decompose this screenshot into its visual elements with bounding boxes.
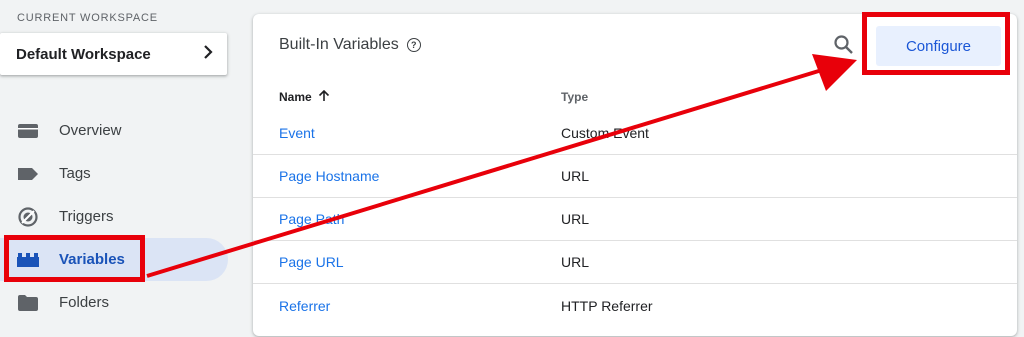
variable-type: URL [561, 254, 590, 270]
overview-icon [17, 122, 39, 140]
folder-icon [17, 294, 39, 312]
card-title-text: Built-In Variables [279, 36, 399, 53]
sidebar-item-label: Triggers [59, 208, 114, 225]
variable-name-link[interactable]: Referrer [279, 298, 561, 314]
sidebar-item-label: Overview [59, 122, 122, 139]
variable-name-link[interactable]: Page URL [279, 254, 561, 270]
variable-type: URL [561, 211, 590, 227]
variable-name-link[interactable]: Page Hostname [279, 168, 561, 184]
type-column-header: Type [561, 90, 589, 104]
workspace-heading: CURRENT WORKSPACE [17, 12, 158, 24]
table-header: Name Type [253, 82, 1017, 112]
arrow-up-icon [318, 89, 330, 105]
workspace-selector[interactable]: Default Workspace [0, 33, 227, 75]
sidebar-item-overview[interactable]: Overview [0, 109, 228, 152]
tag-icon [17, 165, 39, 183]
trigger-icon [17, 206, 39, 227]
variables-highlight-box [4, 235, 145, 282]
table-row[interactable]: Page URL URL [253, 241, 1017, 284]
sidebar-item-tags[interactable]: Tags [0, 152, 228, 195]
column-label: Name [279, 90, 312, 104]
chevron-right-icon [203, 44, 213, 65]
sidebar-item-label: Folders [59, 294, 110, 311]
variable-type: HTTP Referrer [561, 297, 653, 314]
table-row[interactable]: Referrer HTTP Referrer [253, 284, 1017, 327]
variable-name-link[interactable]: Event [279, 125, 561, 141]
variables-table: Name Type Event Custom Event Page Hostna… [253, 82, 1017, 327]
table-row[interactable]: Page Path URL [253, 198, 1017, 241]
name-column-header[interactable]: Name [279, 89, 561, 105]
sidebar-item-label: Tags [59, 165, 91, 182]
card-title: Built-In Variables ? [279, 36, 421, 54]
workspace-name: Default Workspace [16, 45, 151, 63]
variable-type: URL [561, 168, 590, 184]
search-icon[interactable] [833, 34, 855, 56]
variable-name-link[interactable]: Page Path [279, 211, 561, 227]
table-row[interactable]: Page Hostname URL [253, 155, 1017, 198]
variable-type: Custom Event [561, 125, 649, 141]
sidebar-nav: Overview Tags Triggers Variables Folders [0, 109, 228, 324]
help-icon[interactable]: ? [406, 38, 421, 52]
table-row[interactable]: Event Custom Event [253, 112, 1017, 155]
configure-highlight-box [862, 12, 1010, 75]
sidebar-item-folders[interactable]: Folders [0, 281, 228, 324]
sidebar-item-triggers[interactable]: Triggers [0, 195, 228, 238]
